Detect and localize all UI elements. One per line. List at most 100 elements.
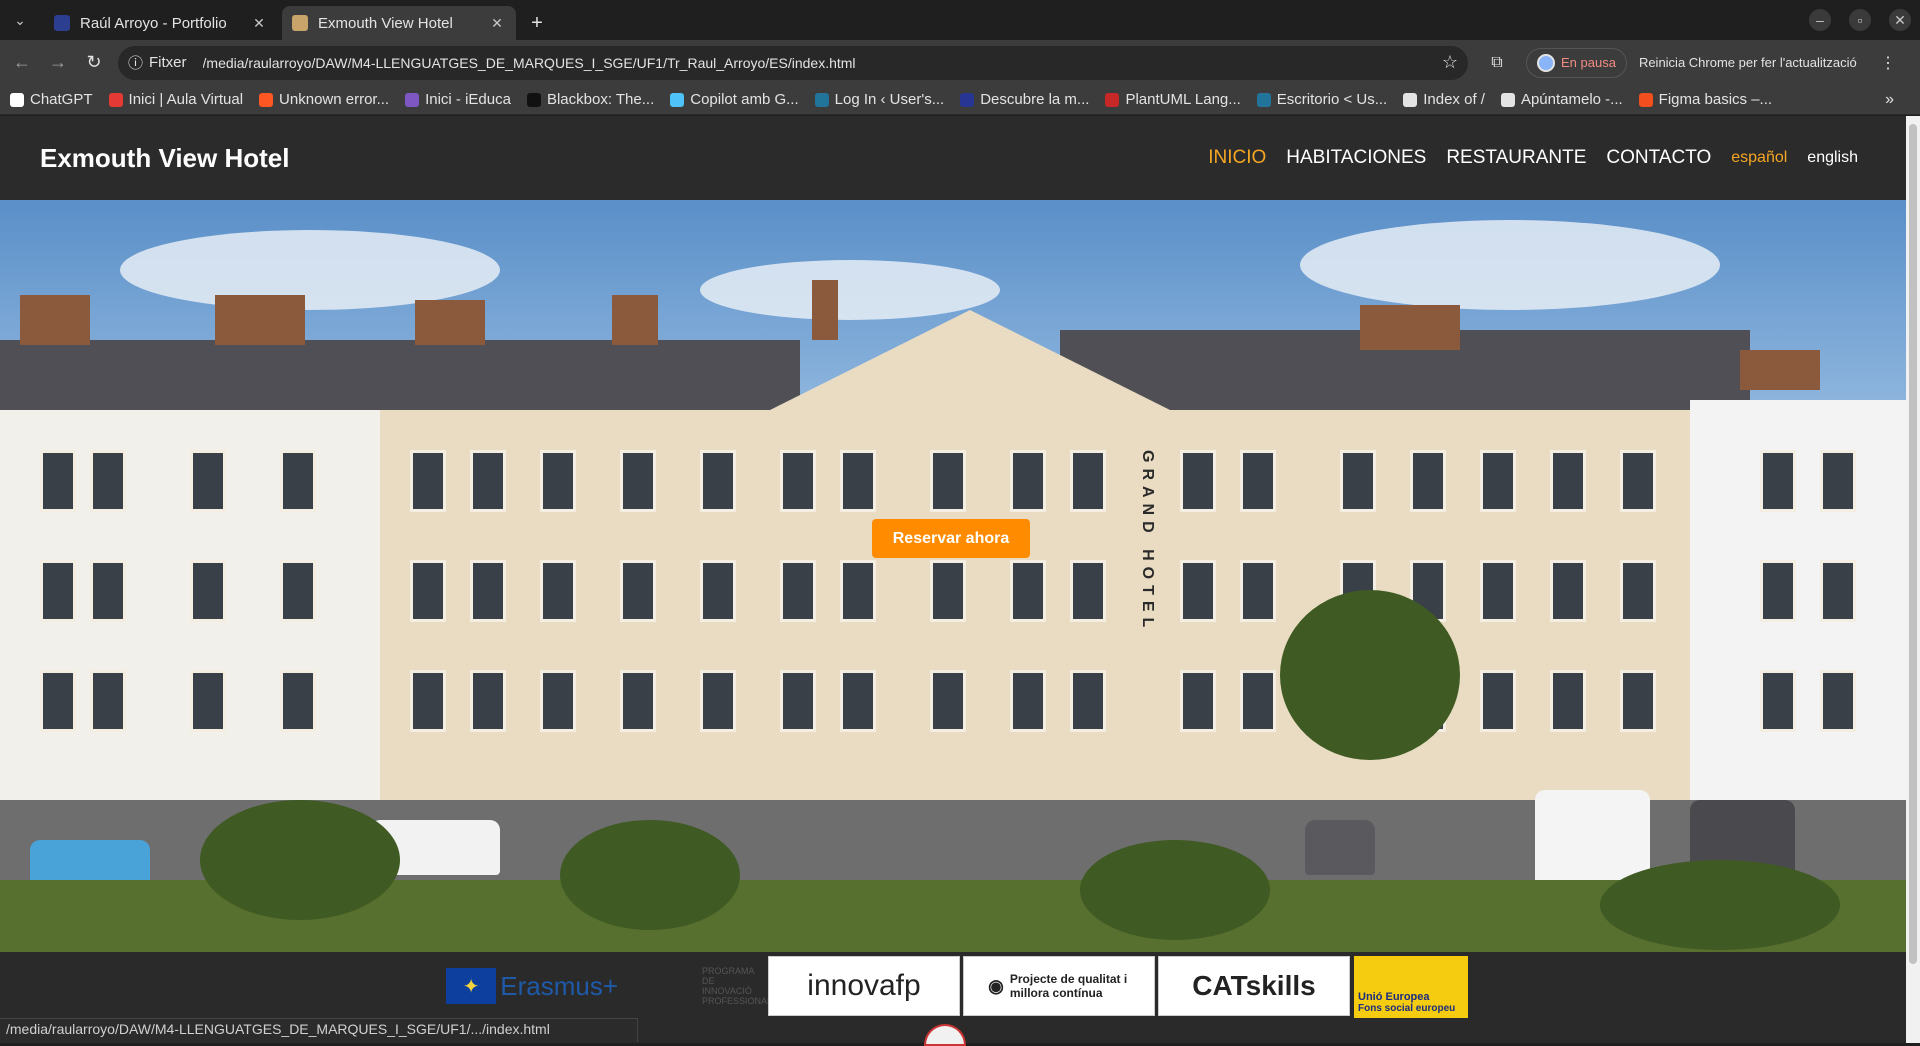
reload-icon[interactable]: ↻ — [80, 49, 108, 77]
bookmark-favicon-icon — [526, 92, 541, 107]
book-now-button[interactable]: Reservar ahora — [872, 519, 1030, 558]
bookmark-label: Apúntamelo -... — [1520, 91, 1623, 108]
window-shape — [410, 450, 446, 512]
hero-image: GRAND HOTEL Reservar ahora — [0, 200, 1906, 952]
bookmark-label: Blackbox: The... — [546, 91, 655, 108]
new-tab-icon[interactable]: + — [520, 6, 554, 40]
window-shape — [930, 450, 966, 512]
page-viewport: Exmouth View Hotel INICIO HABITACIONES R… — [0, 116, 1906, 1043]
fp-program-logo: PROGRAMA DE INNOVACIÓ PROFESSIONAL — [702, 966, 773, 1006]
window-shape — [1550, 450, 1586, 512]
close-tab-icon[interactable]: ✕ — [488, 15, 506, 32]
restore-icon[interactable]: ▫ — [1849, 9, 1871, 31]
bookmark-item[interactable]: ChatGPT — [10, 91, 93, 108]
eu-title: Unió Europea — [1358, 991, 1430, 1003]
window-shape — [840, 450, 876, 512]
window-shape — [1550, 670, 1586, 732]
bookmark-label: Descubre la m... — [980, 91, 1090, 108]
window-shape — [700, 560, 736, 622]
window-shape — [90, 670, 126, 732]
bookmark-item[interactable]: Unknown error... — [259, 91, 389, 108]
nav-link-inicio[interactable]: INICIO — [1208, 147, 1266, 169]
bookmark-item[interactable]: PlantUML Lang... — [1105, 91, 1241, 108]
site-title[interactable]: Exmouth View Hotel — [40, 143, 289, 174]
palm-tree-shape — [560, 820, 740, 930]
extensions-icon[interactable]: ⧉ — [1480, 46, 1514, 80]
window-shape — [410, 560, 446, 622]
window-shape — [1070, 450, 1106, 512]
update-button[interactable]: Reinicia Chrome per fer l'actualització — [1639, 48, 1859, 78]
forward-icon[interactable]: → — [44, 49, 72, 77]
bookmark-star-icon[interactable]: ☆ — [1442, 52, 1458, 73]
tab-hotel[interactable]: Exmouth View Hotel ✕ — [282, 6, 516, 40]
window-shape — [1240, 450, 1276, 512]
main-nav: INICIO HABITACIONES RESTAURANTE CONTACTO… — [1208, 116, 1858, 200]
hotel-sign: GRAND HOTEL — [1139, 450, 1156, 634]
bookmark-item[interactable]: Inici - iEduca — [405, 91, 511, 108]
bookmarks-bar: ChatGPT Inici | Aula Virtual Unknown error… — [0, 85, 1920, 115]
bookmark-favicon-icon — [1638, 92, 1653, 107]
bookmark-favicon-icon — [814, 92, 829, 107]
bookmark-item[interactable]: Blackbox: The... — [526, 91, 655, 108]
window-shape — [40, 670, 76, 732]
window-shape — [470, 670, 506, 732]
scrollbar-thumb[interactable] — [1909, 124, 1917, 964]
window-shape — [1010, 450, 1046, 512]
bookmark-item[interactable]: Index of / — [1403, 91, 1485, 108]
nav-link-contacto[interactable]: CONTACTO — [1606, 147, 1711, 169]
bookmark-label: Escritorio < Us... — [1276, 91, 1388, 108]
bookmark-item[interactable]: Descubre la m... — [960, 91, 1089, 108]
lang-link-espanol[interactable]: español — [1731, 149, 1787, 167]
window-shape — [620, 560, 656, 622]
lang-link-english[interactable]: english — [1807, 149, 1858, 167]
close-window-icon[interactable]: ✕ — [1889, 9, 1911, 31]
window-shape — [540, 560, 576, 622]
address-bar[interactable]: ⓘ Fitxer /media/raularroyo/DAW/M4-LLENGUA… — [118, 45, 1468, 80]
nav-link-restaurante[interactable]: RESTAURANTE — [1446, 147, 1586, 169]
window-shape — [90, 560, 126, 622]
profile-button[interactable]: En pausa — [1526, 47, 1627, 78]
chimney-shape — [812, 280, 838, 340]
window-shape — [280, 450, 316, 512]
bookmark-favicon-icon — [670, 92, 685, 107]
nav-link-habitaciones[interactable]: HABITACIONES — [1286, 147, 1426, 169]
back-icon[interactable]: ← — [8, 49, 36, 77]
window-shape — [780, 670, 816, 732]
eu-subtitle: Fons social europeu — [1358, 1003, 1456, 1014]
quality-icon: ◉ — [988, 976, 1004, 996]
more-bookmarks-icon[interactable]: » — [1885, 91, 1894, 109]
window-shape — [190, 560, 226, 622]
window-shape — [540, 670, 576, 732]
tab-search-icon[interactable]: ⌄ — [0, 0, 40, 40]
window-shape — [1760, 560, 1796, 622]
url-text[interactable]: /media/raularroyo/DAW/M4-LLENGUATGES_DE_… — [203, 55, 1442, 71]
palm-tree-shape — [1280, 590, 1460, 760]
window-shape — [1180, 670, 1216, 732]
window-shape — [1550, 560, 1586, 622]
bookmark-item[interactable]: Inici | Aula Virtual — [108, 91, 244, 108]
page-scrollbar[interactable] — [1906, 116, 1920, 1043]
chimney-shape — [215, 295, 305, 345]
window-shape — [1180, 450, 1216, 512]
menu-icon[interactable]: ⋮ — [1871, 46, 1905, 80]
window-shape — [1760, 670, 1796, 732]
innovafp-logo: innovafp — [768, 956, 960, 1016]
bookmark-item[interactable]: Escritorio < Us... — [1256, 91, 1388, 108]
bookmark-label: Inici - iEduca — [425, 91, 511, 108]
bookmark-item[interactable]: Log In ‹ User's... — [814, 91, 944, 108]
minimize-icon[interactable]: – — [1809, 9, 1831, 31]
bookmark-favicon-icon — [1105, 92, 1120, 107]
site-info-chip[interactable]: ⓘ Fitxer — [128, 52, 203, 73]
bookmark-item[interactable]: Apúntamelo -... — [1500, 91, 1623, 108]
bookmark-item[interactable]: Figma basics –... — [1638, 91, 1773, 108]
window-shape — [410, 670, 446, 732]
bookmark-label: Inici | Aula Virtual — [128, 91, 244, 108]
window-shape — [470, 450, 506, 512]
tab-portfolio[interactable]: Raúl Arroyo - Portfolio ✕ — [44, 6, 278, 40]
window-shape — [620, 670, 656, 732]
erasmus-logo: ✦ Erasmus+ — [446, 956, 618, 1016]
bookmark-item[interactable]: Copilot amb G... — [670, 91, 799, 108]
bookmark-label: Figma basics –... — [1658, 91, 1773, 108]
close-tab-icon[interactable]: ✕ — [250, 15, 268, 32]
cloud-shape — [1300, 220, 1720, 310]
